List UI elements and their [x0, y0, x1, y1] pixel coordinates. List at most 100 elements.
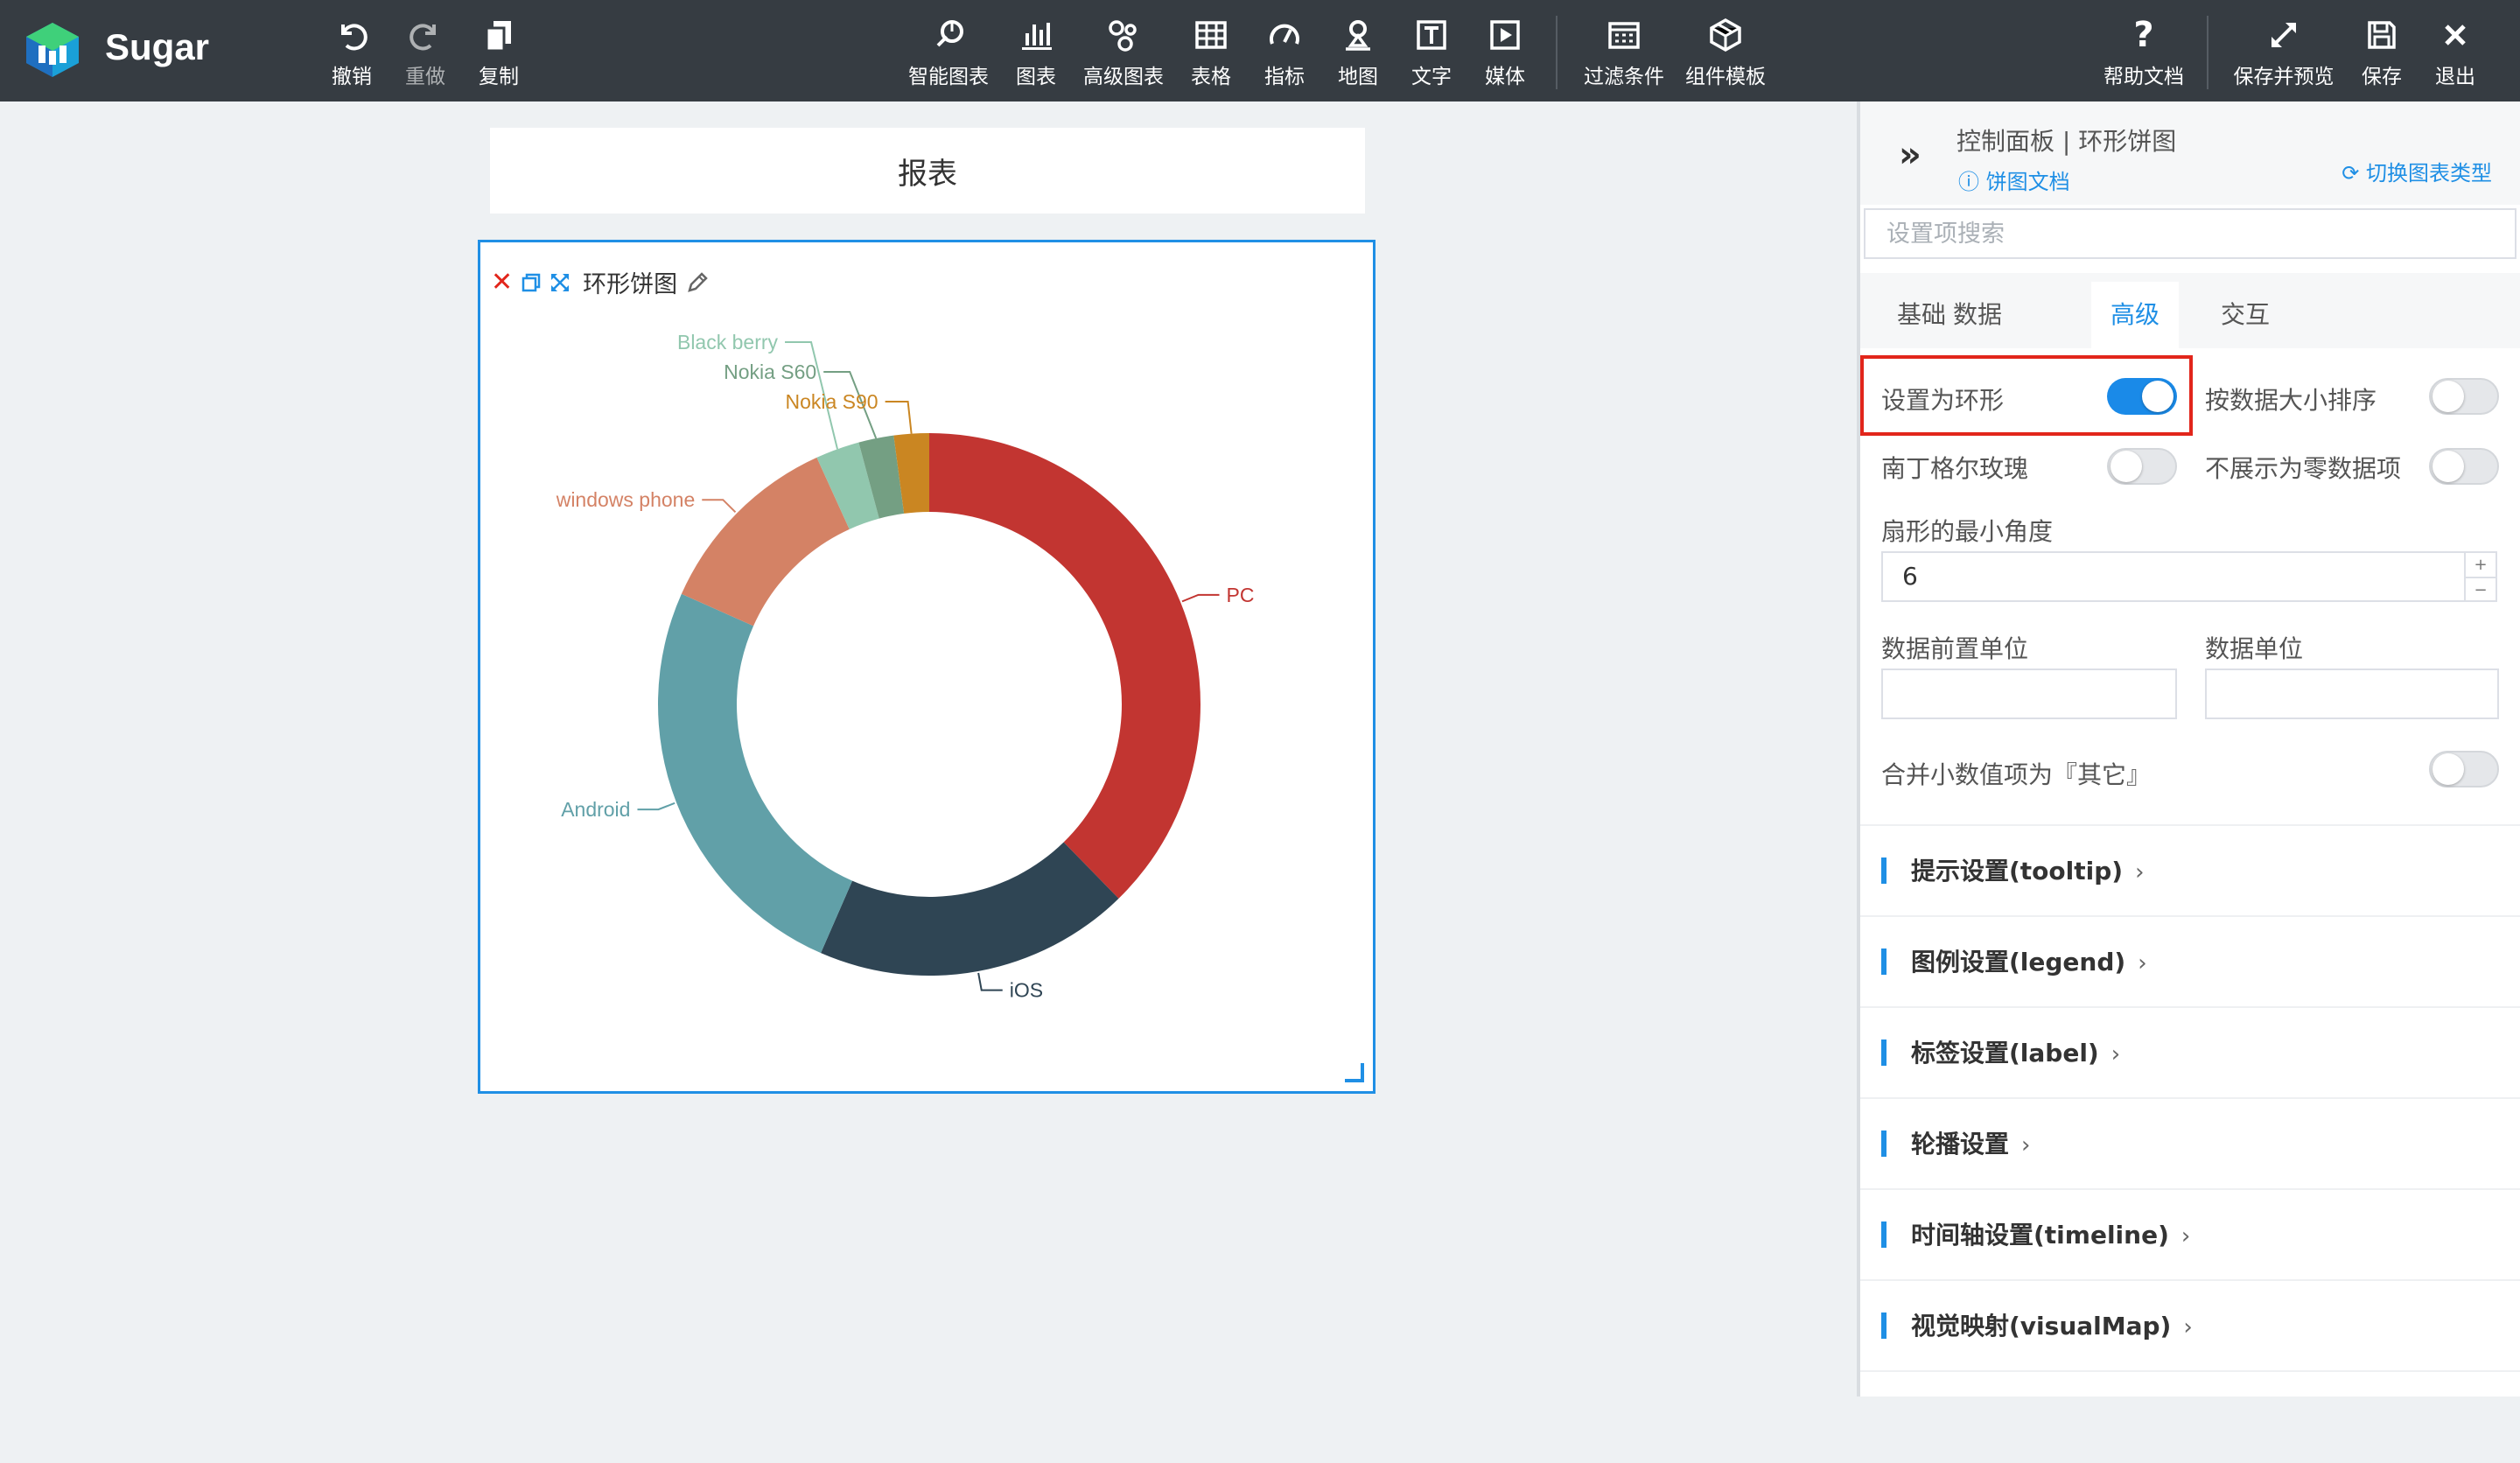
undo-icon: [332, 16, 371, 54]
filter-icon: [1605, 16, 1643, 54]
slice-label: Nokia S90: [785, 390, 878, 413]
slice-label: iOS: [1010, 979, 1043, 1002]
prefix-unit-input[interactable]: [1881, 668, 2177, 719]
toggle-knob: [2432, 753, 2464, 785]
map-button[interactable]: 地图: [1335, 16, 1381, 91]
section-marker: [1881, 858, 1886, 884]
panel-title: 控制面板 | 环形饼图: [1956, 127, 2177, 156]
indicator-button[interactable]: 指标: [1262, 16, 1307, 91]
gauge-icon: [1265, 16, 1304, 54]
section-legend-label: 图例设置(legend): [1911, 948, 2126, 976]
section-tooltip-label: 提示设置(tooltip): [1911, 857, 2124, 886]
template-icon: [1706, 16, 1745, 54]
panel-tabs: 基础 数据 高级 交互: [1860, 273, 2520, 348]
chevron-right-icon: ›: [2180, 1223, 2191, 1250]
report-title[interactable]: 报表: [490, 128, 1365, 214]
save-button[interactable]: 保存: [2359, 16, 2404, 91]
toolbar-divider: [1556, 16, 1558, 89]
merge-small-toggle[interactable]: [2429, 751, 2499, 788]
label-leader-line: [637, 802, 676, 811]
chevron-right-icon: ›: [2138, 950, 2147, 976]
toggle-knob: [2432, 381, 2464, 412]
resize-handle[interactable]: [1345, 1063, 1364, 1082]
filter-button[interactable]: 过滤条件: [1580, 16, 1668, 91]
donut-slice-pc[interactable]: [929, 433, 1200, 899]
copy-icon: [480, 16, 518, 54]
save-preview-button[interactable]: 保存并预览: [2230, 16, 2338, 91]
donut-chart-card[interactable]: ✕ 环形饼图 PC iOS Android windows phone Black be…: [478, 240, 1376, 1094]
section-carousel[interactable]: 轮播设置 ›: [1860, 1097, 2520, 1190]
section-legend[interactable]: 图例设置(legend) ›: [1860, 915, 2520, 1008]
media-icon: [1486, 16, 1524, 54]
slice-label: Black berry: [677, 331, 779, 354]
rose-toggle[interactable]: [2107, 448, 2177, 485]
template-button[interactable]: 组件模板: [1682, 16, 1769, 91]
section-label-label: 标签设置(label): [1911, 1039, 2099, 1068]
switch-chart-type-link[interactable]: ⟳ 切换图表类型: [2342, 156, 2492, 186]
section-marker: [1881, 1312, 1886, 1339]
section-timeline[interactable]: 时间轴设置(timeline) ›: [1860, 1188, 2520, 1281]
min-angle-stepper: + −: [2464, 553, 2496, 600]
rose-setting-label: 南丁格尔玫瑰: [1881, 454, 2029, 483]
increment-icon[interactable]: +: [2466, 553, 2496, 577]
decrement-icon[interactable]: −: [2466, 577, 2496, 602]
donut-slice-android[interactable]: [658, 593, 853, 954]
help-doc-button[interactable]: ? 帮助文档: [2100, 15, 2188, 91]
unit-input[interactable]: [2205, 668, 2499, 719]
section-visualmap-label: 视觉映射(visualMap): [1911, 1312, 2172, 1340]
advanced-chart-button[interactable]: 高级图表: [1080, 16, 1167, 91]
unit-label: 数据单位: [2205, 634, 2304, 663]
close-icon: [2436, 16, 2474, 54]
collapse-panel-icon[interactable]: »: [1899, 135, 1922, 175]
tab-data[interactable]: 数据: [1934, 282, 2021, 348]
text-button[interactable]: 文字: [1409, 16, 1454, 91]
table-button[interactable]: 表格: [1188, 16, 1234, 91]
copy-button[interactable]: 复制: [474, 16, 523, 91]
label-leader-line: [977, 972, 1003, 991]
switch-chart-type-label: 切换图表类型: [2366, 161, 2492, 186]
smart-chart-label: 智能图表: [908, 66, 989, 88]
tab-interaction[interactable]: 交互: [2202, 282, 2289, 348]
section-label[interactable]: 标签设置(label) ›: [1860, 1006, 2520, 1099]
tab-advanced[interactable]: 高级: [2091, 282, 2180, 348]
chart-button[interactable]: 图表: [1013, 16, 1059, 91]
redo-button[interactable]: 重做: [401, 16, 450, 91]
pie-doc-label: 饼图文档: [1985, 170, 2070, 194]
refresh-icon: ⟳: [2342, 161, 2366, 186]
sort-toggle[interactable]: [2429, 378, 2499, 415]
media-button[interactable]: 媒体: [1482, 16, 1528, 91]
hide-zero-toggle[interactable]: [2429, 448, 2499, 485]
section-timeline-label: 时间轴设置(timeline): [1911, 1221, 2169, 1250]
settings-search-input[interactable]: [1864, 208, 2516, 259]
slice-label: PC: [1227, 584, 1255, 606]
top-toolbar: Sugar 撤销 重做 复制 智能图表 图表 高级图表 表格 指标 地图 文字 …: [0, 0, 2520, 102]
slice-label: Nokia S60: [724, 360, 816, 383]
hide-zero-setting-label: 不展示为零数据项: [2205, 454, 2402, 483]
label-leader-line: [1181, 593, 1220, 603]
section-marker: [1881, 1040, 1886, 1066]
chevron-right-icon: ›: [2183, 1314, 2193, 1340]
min-angle-input[interactable]: 6 + −: [1881, 551, 2497, 602]
toggle-knob: [2432, 451, 2464, 482]
table-icon: [1192, 16, 1230, 54]
section-carousel-label: 轮播设置: [1911, 1130, 2010, 1158]
app-name: Sugar: [105, 26, 210, 67]
pie-doc-link[interactable]: ⓘ 饼图文档: [1958, 164, 2070, 195]
undo-button[interactable]: 撤销: [327, 16, 376, 91]
donut-slice-windows-phone[interactable]: [681, 457, 850, 626]
section-visualmap[interactable]: 视觉映射(visualMap) ›: [1860, 1279, 2520, 1372]
help-circle-icon: ⓘ: [1958, 170, 1986, 194]
redo-icon: [406, 16, 444, 54]
help-icon: ?: [2133, 15, 2154, 55]
smart-chart-button[interactable]: 智能图表: [905, 16, 992, 91]
highlight-box: [1860, 355, 2193, 436]
label-leader-line: [885, 401, 913, 434]
filter-label: 过滤条件: [1584, 66, 1664, 88]
chevron-right-icon: ›: [2021, 1132, 2031, 1158]
slice-label: Android: [561, 798, 630, 821]
section-marker: [1881, 1130, 1886, 1157]
section-more[interactable]: [1860, 1370, 2520, 1463]
exit-button[interactable]: 退出: [2432, 16, 2478, 91]
donut-slice-ios[interactable]: [821, 842, 1119, 976]
section-tooltip[interactable]: 提示设置(tooltip) ›: [1860, 824, 2520, 917]
